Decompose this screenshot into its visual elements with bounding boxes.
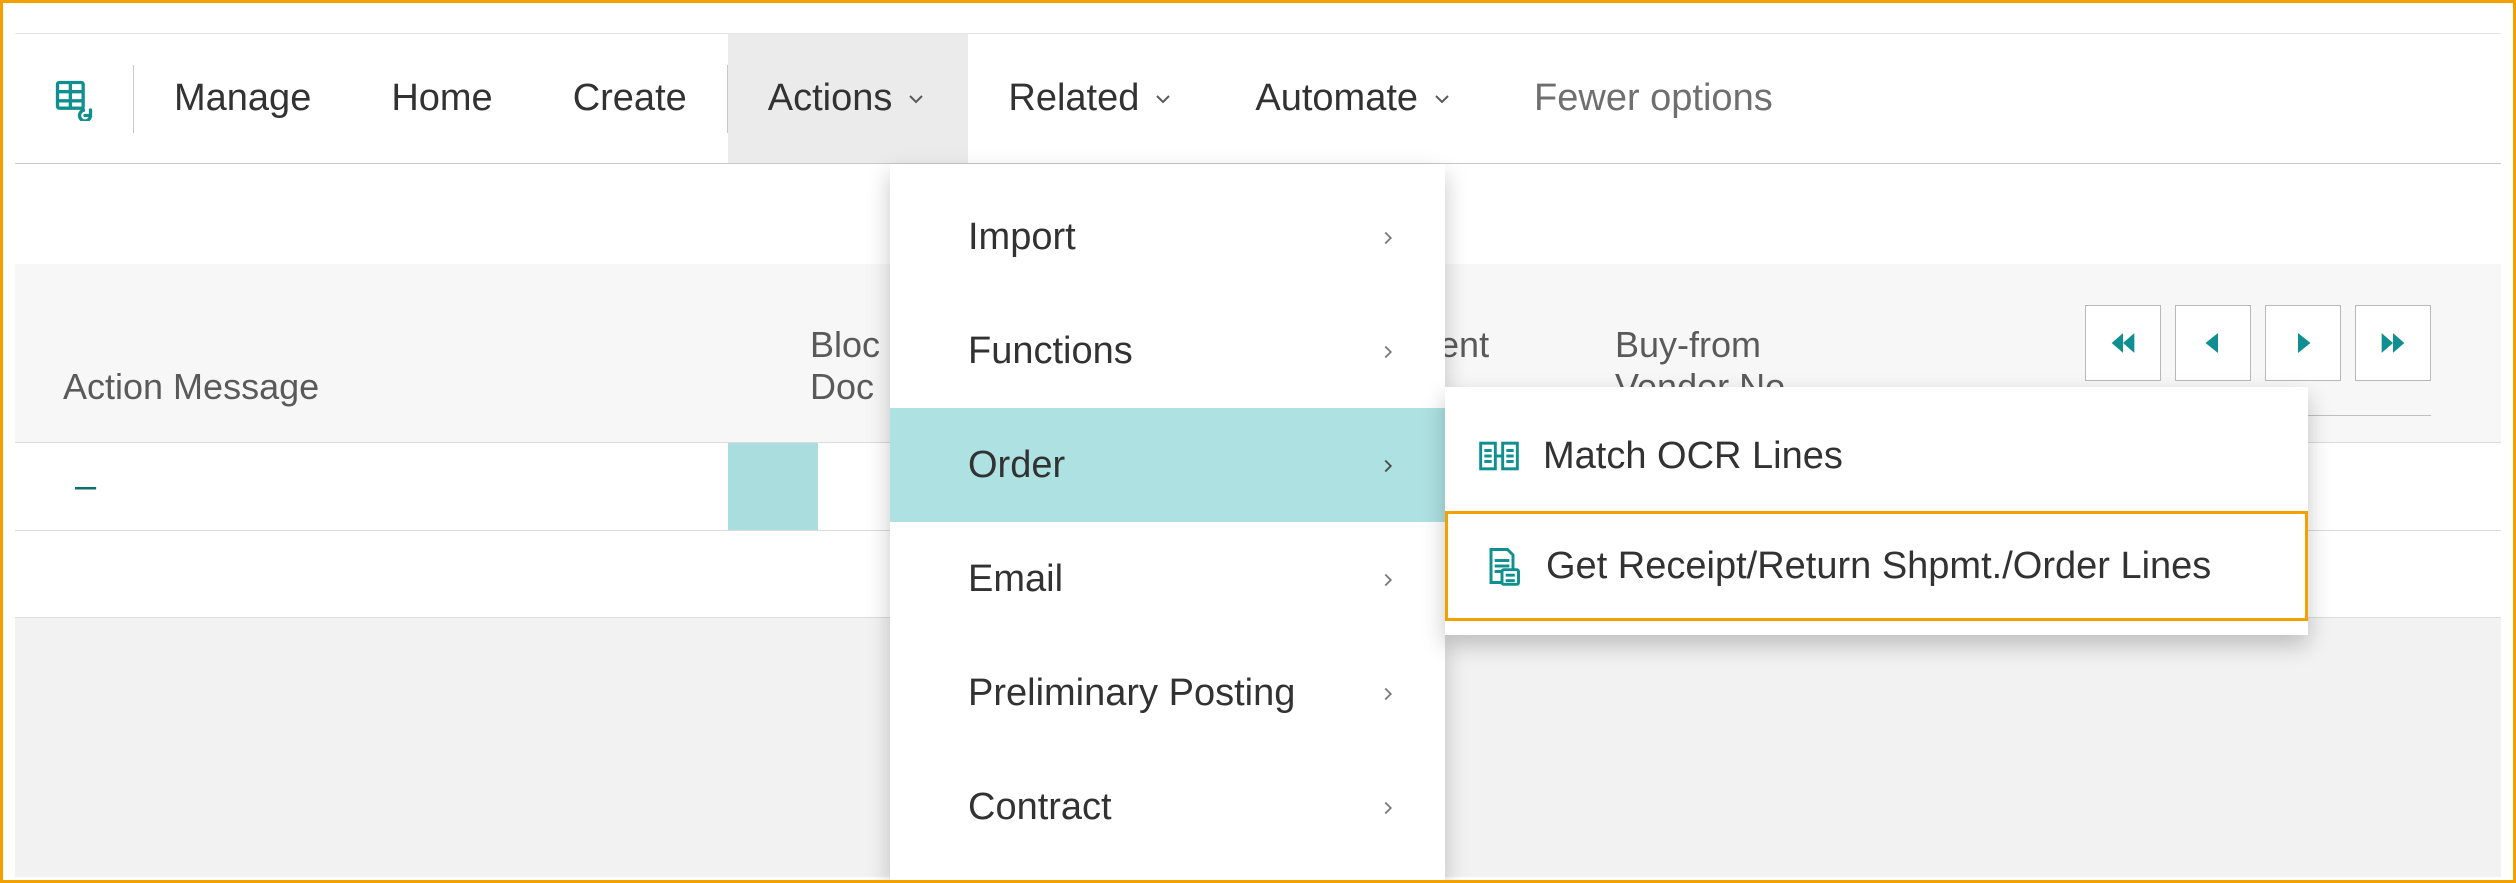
get-receipt-label: Get Receipt/Return Shpmt./Order Lines	[1546, 545, 2211, 588]
menu-item-functions[interactable]: Functions	[890, 294, 1445, 408]
email-label: Email	[968, 558, 1063, 601]
table-icon[interactable]	[15, 34, 133, 163]
col-block-doc[interactable]: BlocDoc	[810, 324, 880, 408]
match-lines-icon	[1475, 432, 1523, 480]
row-marker: –	[75, 465, 96, 508]
chevron-down-icon	[904, 87, 928, 111]
functions-label: Functions	[968, 330, 1133, 373]
last-button[interactable]	[2355, 305, 2431, 381]
automate-label: Automate	[1255, 77, 1418, 120]
manage-label: Manage	[174, 77, 311, 120]
chevron-right-icon	[1377, 672, 1399, 715]
import-label: Import	[968, 216, 1076, 259]
prev-button[interactable]	[2175, 305, 2251, 381]
chevron-right-icon	[1377, 558, 1399, 601]
fewer-label: Fewer options	[1534, 77, 1773, 120]
actions-menu[interactable]: Actions	[728, 34, 969, 163]
chevron-right-icon	[1377, 330, 1399, 373]
menu-item-order[interactable]: Order	[890, 408, 1445, 522]
contract-label: Contract	[968, 786, 1112, 829]
nav-buttons	[2085, 305, 2431, 381]
col-action-message[interactable]: Action Message	[63, 366, 319, 408]
fewer-options[interactable]: Fewer options	[1494, 34, 1813, 163]
order-label: Order	[968, 444, 1065, 487]
first-button[interactable]	[2085, 305, 2161, 381]
preliminary-posting-label: Preliminary Posting	[968, 672, 1295, 715]
home-menu[interactable]: Home	[351, 34, 532, 163]
receipt-lines-icon	[1478, 542, 1526, 590]
chevron-right-icon	[1377, 786, 1399, 829]
submenu-match-ocr-lines[interactable]: Match OCR Lines	[1445, 401, 2308, 511]
related-menu[interactable]: Related	[968, 34, 1215, 163]
actions-dropdown: Import Functions Order Email Preliminary…	[890, 164, 1445, 880]
chevron-down-icon	[1430, 87, 1454, 111]
toolbar: Manage Home Create Actions Related Autom…	[15, 34, 2501, 164]
create-label: Create	[573, 77, 687, 120]
menu-item-import[interactable]: Import	[890, 180, 1445, 294]
create-menu[interactable]: Create	[533, 34, 727, 163]
next-button[interactable]	[2265, 305, 2341, 381]
actions-label: Actions	[768, 77, 893, 120]
selected-cell[interactable]	[728, 443, 818, 531]
menu-item-contract[interactable]: Contract	[890, 750, 1445, 864]
automate-menu[interactable]: Automate	[1215, 34, 1494, 163]
menu-item-email[interactable]: Email	[890, 522, 1445, 636]
home-label: Home	[391, 77, 492, 120]
manage-menu[interactable]: Manage	[134, 34, 351, 163]
menu-item-preliminary-posting[interactable]: Preliminary Posting	[890, 636, 1445, 750]
related-label: Related	[1008, 77, 1139, 120]
chevron-right-icon	[1377, 216, 1399, 259]
submenu-get-receipt-lines[interactable]: Get Receipt/Return Shpmt./Order Lines	[1445, 511, 2308, 621]
order-submenu: Match OCR Lines Get Receipt/Return Shpmt…	[1445, 387, 2308, 635]
chevron-right-icon	[1377, 444, 1399, 487]
chevron-down-icon	[1151, 87, 1175, 111]
match-ocr-label: Match OCR Lines	[1543, 435, 1843, 478]
